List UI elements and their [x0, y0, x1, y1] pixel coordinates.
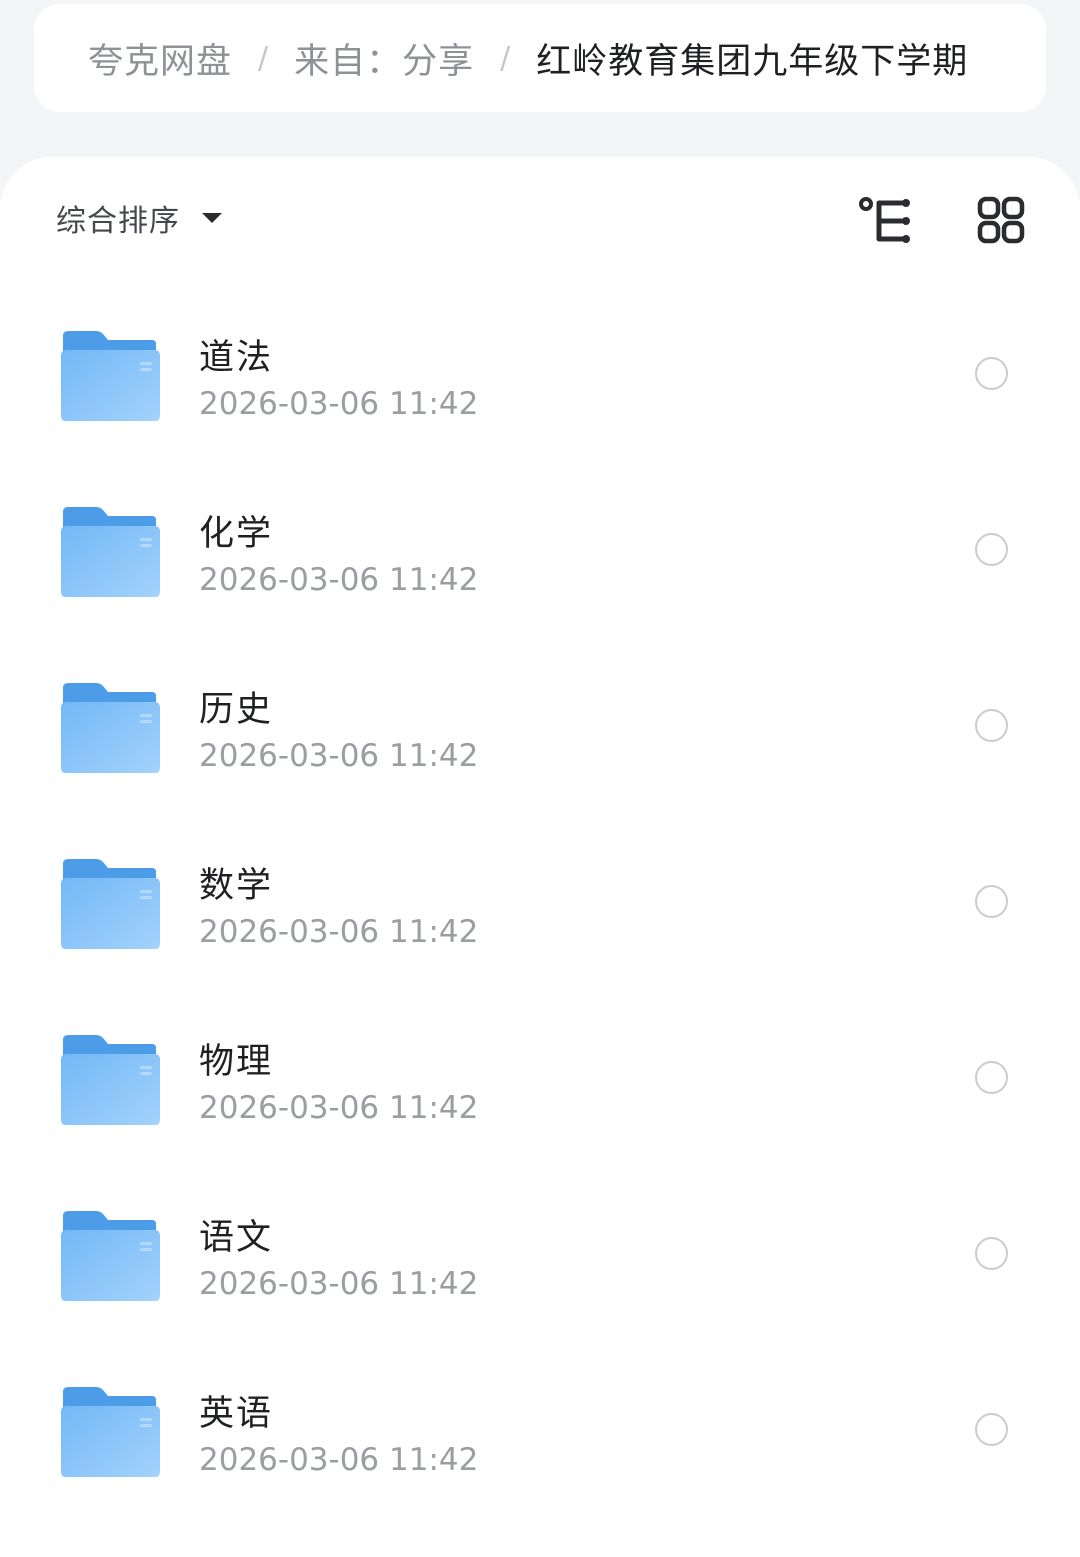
folder-icon [61, 1035, 160, 1125]
file-name: 英语 [199, 1394, 274, 1434]
grid-view-icon[interactable] [972, 195, 1030, 247]
file-modified-time: 2026-03-06 11:42 [199, 738, 479, 774]
file-name: 语文 [199, 1218, 274, 1258]
tree-view-icon[interactable] [858, 195, 916, 247]
folder-icon [61, 859, 160, 949]
list-item[interactable]: 物理 2026-03-06 11:42 [0, 986, 1080, 1162]
file-modified-time: 2026-03-06 11:42 [199, 386, 479, 422]
folder-icon [61, 683, 160, 773]
caret-down-icon [202, 213, 222, 223]
list-item[interactable]: 数学 2026-03-06 11:42 [0, 810, 1080, 986]
select-radio[interactable] [975, 885, 1008, 918]
breadcrumb-current: 红岭教育集团九年级下学期 [536, 41, 969, 82]
folder-icon [61, 507, 160, 597]
select-radio[interactable] [975, 709, 1008, 742]
list-item[interactable]: 历史 2026-03-06 11:42 [0, 634, 1080, 810]
list-toolbar: 综合排序 [0, 157, 1080, 282]
select-radio[interactable] [975, 533, 1008, 566]
select-radio[interactable] [975, 1061, 1008, 1094]
select-radio[interactable] [975, 1237, 1008, 1270]
file-name: 数学 [199, 866, 274, 906]
sort-dropdown[interactable]: 综合排序 [56, 195, 222, 241]
list-item[interactable]: 道法 2026-03-06 11:42 [0, 282, 1080, 458]
file-name: 道法 [199, 338, 274, 378]
breadcrumb: 夸克网盘 / 来自：分享 / 红岭教育集团九年级下学期 [34, 4, 1046, 112]
folder-icon [61, 1387, 160, 1477]
breadcrumb-shared[interactable]: 来自：分享 [294, 33, 474, 84]
file-modified-time: 2026-03-06 11:42 [199, 1442, 479, 1478]
file-modified-time: 2026-03-06 11:42 [199, 914, 479, 950]
file-name: 物理 [199, 1042, 274, 1082]
folder-icon [61, 1211, 160, 1301]
breadcrumb-root[interactable]: 夸克网盘 [88, 33, 232, 84]
file-name: 化学 [199, 514, 274, 554]
file-modified-time: 2026-03-06 11:42 [199, 1266, 479, 1302]
sort-label: 综合排序 [56, 204, 180, 239]
breadcrumb-separator: / [258, 40, 269, 76]
list-item[interactable]: 化学 2026-03-06 11:42 [0, 458, 1080, 634]
file-modified-time: 2026-03-06 11:42 [199, 562, 479, 598]
file-modified-time: 2026-03-06 11:42 [199, 1090, 479, 1126]
file-name: 历史 [199, 690, 274, 730]
select-radio[interactable] [975, 1413, 1008, 1446]
folder-icon [61, 331, 160, 421]
list-item[interactable]: 语文 2026-03-06 11:42 [0, 1162, 1080, 1338]
select-radio[interactable] [975, 357, 1008, 390]
file-list: 道法 2026-03-06 11:42 化学 2026-03-06 11:42 [0, 282, 1080, 1514]
file-panel: 综合排序 道法 2026-03-06 11:42 化学 2026-03-06 1… [0, 157, 1080, 1557]
breadcrumb-separator: / [500, 40, 511, 76]
list-item[interactable]: 英语 2026-03-06 11:42 [0, 1338, 1080, 1514]
